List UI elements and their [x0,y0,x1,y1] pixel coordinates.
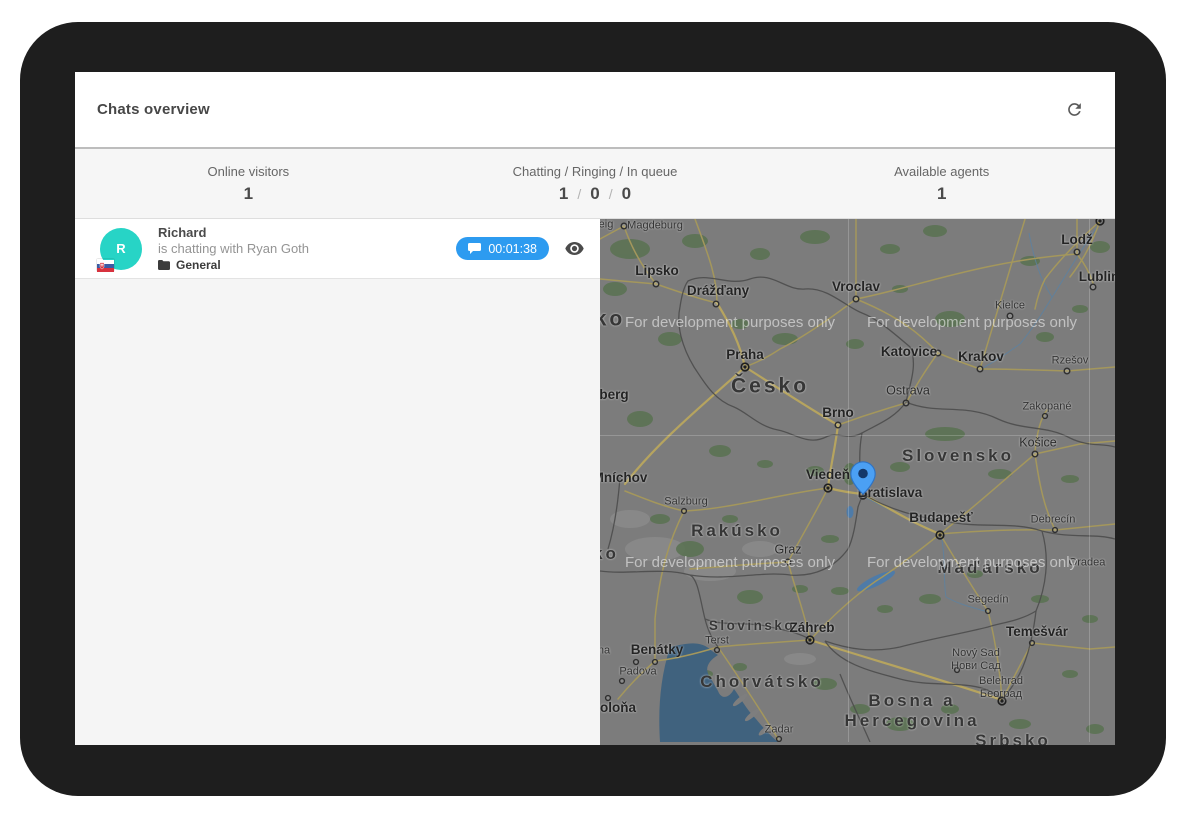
content: R Richard is chatting with Ryan Goth [75,219,1115,745]
chat-row[interactable]: R Richard is chatting with Ryan Goth [75,219,600,279]
view-chat-button[interactable] [565,242,584,255]
chats-overview-window: Chats overview Online visitors 1 Chattin… [75,72,1115,745]
stat-separator: / [568,186,590,202]
visitor-location-pin[interactable] [850,461,876,500]
refresh-icon [1065,100,1084,119]
stat-number: 0 [590,184,599,204]
stat-number: 1 [937,184,946,204]
department: General [158,258,456,272]
header: Chats overview [75,72,1115,149]
eye-icon [565,242,584,255]
chat-list: R Richard is chatting with Ryan Goth [75,219,600,745]
chat-duration-badge[interactable]: 00:01:38 [456,237,549,260]
folder-icon [158,260,170,270]
chat-bubble-icon [468,243,481,254]
stat-label: Chatting / Ringing / In queue [513,164,678,179]
stat-label: Online visitors [208,164,290,179]
page-title: Chats overview [97,101,210,118]
stat-value: 1 / 0 / 0 [559,184,631,204]
avatar-wrap: R [100,228,142,270]
visitor-name: Richard [158,225,456,240]
stat-value: 1 [244,184,253,204]
chat-duration: 00:01:38 [488,242,537,256]
stat-number: 1 [244,184,253,204]
stat-number: 1 [559,184,568,204]
stat-number: 0 [622,184,631,204]
stat-chatting-ringing-queue: Chatting / Ringing / In queue 1 / 0 / 0 [422,149,769,218]
chat-status-text: is chatting with Ryan Goth [158,241,456,256]
stat-label: Available agents [894,164,989,179]
refresh-button[interactable] [1061,97,1087,123]
stat-value: 1 [937,184,946,204]
department-label: General [176,258,221,272]
stats-bar: Online visitors 1 Chatting / Ringing / I… [75,149,1115,219]
stat-available-agents: Available agents 1 [768,149,1115,218]
stat-separator: / [600,186,622,202]
chat-info: Richard is chatting with Ryan Goth Gener… [158,225,456,272]
stat-online-visitors: Online visitors 1 [75,149,422,218]
slovakia-flag-icon [97,259,114,271]
visitors-map[interactable]: eigMagdeburgLodžLipskoDrážďanyVroclavLub… [600,219,1115,745]
